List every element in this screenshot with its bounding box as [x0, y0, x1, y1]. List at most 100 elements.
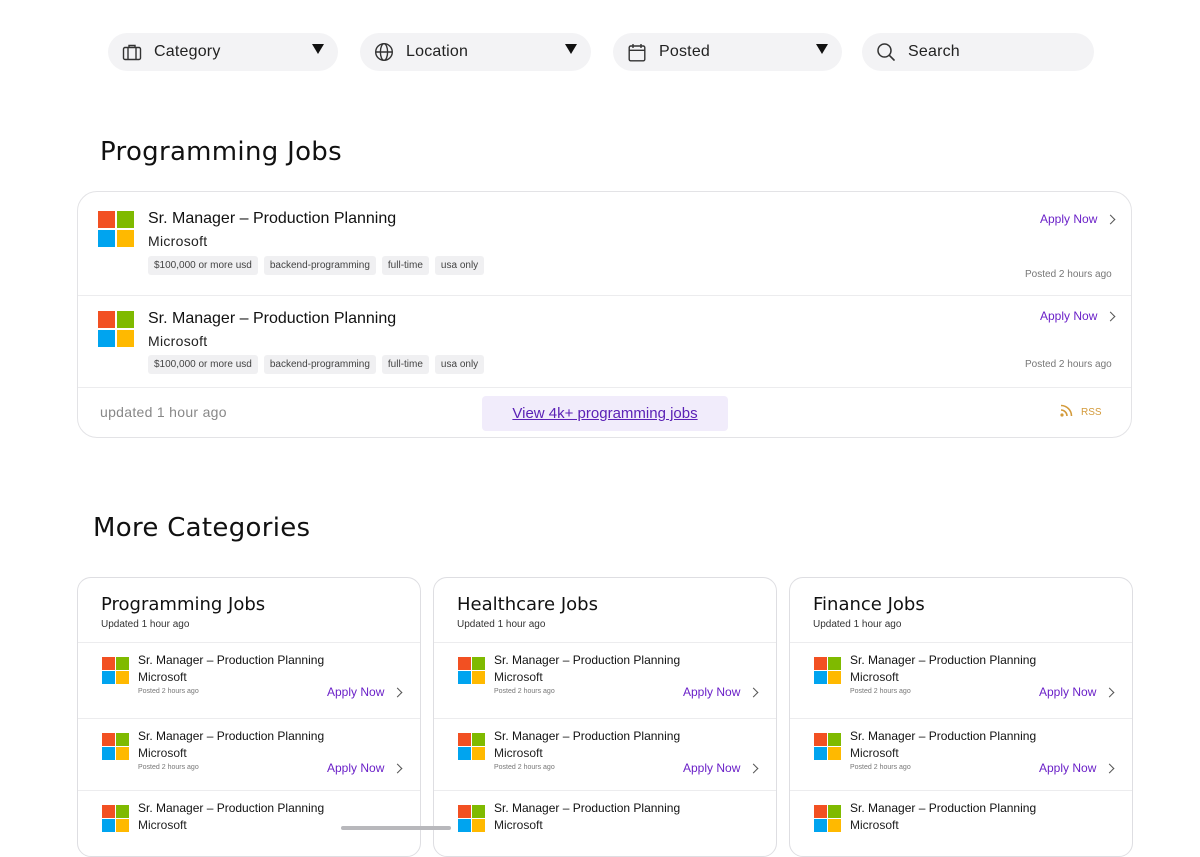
tag[interactable]: full-time	[381, 256, 429, 275]
chevron-right-icon	[748, 687, 759, 697]
job-title[interactable]: Sr. Manager – Production Planning	[148, 210, 396, 228]
microsoft-logo	[98, 311, 134, 347]
microsoft-logo	[458, 657, 485, 684]
job-title[interactable]: Sr. Manager – Production Planning	[494, 653, 680, 667]
category-card: Finance Jobs Updated 1 hour ago Sr. Mana…	[789, 577, 1133, 857]
category-title[interactable]: Healthcare Jobs	[457, 594, 598, 615]
category-filter[interactable]: Category	[108, 33, 338, 71]
job-row[interactable]: Sr. Manager – Production Planning Micros…	[78, 192, 1131, 288]
list-item[interactable]: Sr. Manager – Production Planning Micros…	[78, 790, 420, 856]
list-item[interactable]: Sr. Manager – Production Planning Micros…	[434, 642, 776, 718]
microsoft-logo	[102, 805, 129, 832]
page-title: Programming Jobs	[100, 137, 342, 167]
view-all-jobs-button[interactable]: View 4k+ programming jobs	[482, 396, 728, 431]
posted-time: Posted 2 hours ago	[494, 764, 555, 771]
category-title[interactable]: Finance Jobs	[813, 594, 925, 615]
list-item[interactable]: Sr. Manager – Production Planning Micros…	[78, 718, 420, 794]
chevron-right-icon	[392, 763, 403, 773]
job-title[interactable]: Sr. Manager – Production Planning	[850, 801, 1036, 815]
category-title[interactable]: Programming Jobs	[101, 594, 265, 615]
job-company: Microsoft	[494, 746, 543, 760]
filter-bar: Category Location Posted Search	[0, 33, 1200, 71]
list-item[interactable]: Sr. Manager – Production Planning Micros…	[78, 642, 420, 718]
apply-now-button[interactable]: Apply Now	[683, 685, 759, 699]
job-company: Microsoft	[148, 333, 208, 349]
microsoft-logo	[102, 733, 129, 760]
featured-jobs-card: Sr. Manager – Production Planning Micros…	[77, 191, 1132, 438]
apply-now-button[interactable]: Apply Now	[1039, 761, 1115, 775]
microsoft-logo	[814, 733, 841, 760]
apply-now-label: Apply Now	[683, 685, 741, 699]
category-card: Healthcare Jobs Updated 1 hour ago Sr. M…	[433, 577, 777, 857]
microsoft-logo	[458, 805, 485, 832]
job-title[interactable]: Sr. Manager – Production Planning	[494, 729, 680, 743]
apply-now-label: Apply Now	[1039, 761, 1097, 775]
posted-filter[interactable]: Posted	[613, 33, 842, 71]
tag[interactable]: full-time	[381, 355, 429, 374]
chevron-right-icon	[392, 687, 403, 697]
job-title[interactable]: Sr. Manager – Production Planning	[138, 729, 324, 743]
updated-text: updated 1 hour ago	[100, 404, 227, 420]
job-tags: $100,000 or more usd backend-programming…	[148, 256, 485, 275]
posted-time: Posted 2 hours ago	[1025, 269, 1112, 280]
location-filter-label: Location	[406, 43, 469, 60]
chevron-down-icon	[565, 44, 577, 54]
chevron-down-icon	[312, 44, 324, 54]
job-title[interactable]: Sr. Manager – Production Planning	[138, 801, 324, 815]
list-item[interactable]: Sr. Manager – Production Planning Micros…	[790, 718, 1132, 794]
tag[interactable]: usa only	[434, 355, 485, 374]
tag[interactable]: usa only	[434, 256, 485, 275]
search-input[interactable]: Search	[862, 33, 1094, 71]
apply-now-button[interactable]: Apply Now	[1040, 212, 1116, 226]
apply-now-button[interactable]: Apply Now	[327, 761, 403, 775]
microsoft-logo	[814, 657, 841, 684]
job-title[interactable]: Sr. Manager – Production Planning	[494, 801, 680, 815]
job-company: Microsoft	[850, 670, 899, 684]
apply-now-button[interactable]: Apply Now	[683, 761, 759, 775]
apply-now-button[interactable]: Apply Now	[327, 685, 403, 699]
job-company: Microsoft	[138, 746, 187, 760]
tag[interactable]: $100,000 or more usd	[148, 256, 258, 275]
posted-time: Posted 2 hours ago	[138, 688, 199, 695]
tag[interactable]: backend-programming	[263, 256, 376, 275]
category-updated: Updated 1 hour ago	[813, 619, 902, 630]
list-item[interactable]: Sr. Manager – Production Planning Micros…	[790, 790, 1132, 856]
calendar-icon	[627, 42, 647, 62]
apply-now-button[interactable]: Apply Now	[1039, 685, 1115, 699]
globe-icon	[374, 42, 394, 62]
posted-time: Posted 2 hours ago	[1025, 359, 1112, 370]
microsoft-logo	[98, 211, 134, 247]
job-row[interactable]: Sr. Manager – Production Planning Micros…	[78, 295, 1131, 387]
horizontal-scrollbar[interactable]	[341, 826, 451, 830]
job-company: Microsoft	[494, 818, 543, 832]
tag[interactable]: $100,000 or more usd	[148, 355, 258, 374]
job-title[interactable]: Sr. Manager – Production Planning	[850, 729, 1036, 743]
rss-link[interactable]: RSS	[1060, 404, 1102, 420]
category-card: Programming Jobs Updated 1 hour ago Sr. …	[77, 577, 421, 857]
list-item[interactable]: Sr. Manager – Production Planning Micros…	[434, 718, 776, 794]
job-company: Microsoft	[494, 670, 543, 684]
posted-filter-label: Posted	[659, 43, 711, 60]
list-item[interactable]: Sr. Manager – Production Planning Micros…	[790, 642, 1132, 718]
chevron-right-icon	[1104, 763, 1115, 773]
job-company: Microsoft	[850, 818, 899, 832]
job-title[interactable]: Sr. Manager – Production Planning	[850, 653, 1036, 667]
location-filter[interactable]: Location	[360, 33, 591, 71]
category-updated: Updated 1 hour ago	[101, 619, 190, 630]
chevron-down-icon	[816, 44, 828, 54]
job-company: Microsoft	[850, 746, 899, 760]
apply-now-button[interactable]: Apply Now	[1040, 309, 1116, 323]
chevron-right-icon	[1104, 687, 1115, 697]
tag[interactable]: backend-programming	[263, 355, 376, 374]
chevron-right-icon	[1105, 311, 1116, 321]
apply-now-label: Apply Now	[1040, 212, 1098, 226]
rss-label: RSS	[1081, 406, 1102, 418]
job-title[interactable]: Sr. Manager – Production Planning	[148, 310, 396, 328]
job-title[interactable]: Sr. Manager – Production Planning	[138, 653, 324, 667]
briefcase-icon	[122, 42, 142, 62]
apply-now-label: Apply Now	[1040, 309, 1098, 323]
posted-time: Posted 2 hours ago	[138, 764, 199, 771]
category-updated: Updated 1 hour ago	[457, 619, 546, 630]
list-item[interactable]: Sr. Manager – Production Planning Micros…	[434, 790, 776, 856]
chevron-right-icon	[1105, 214, 1116, 224]
